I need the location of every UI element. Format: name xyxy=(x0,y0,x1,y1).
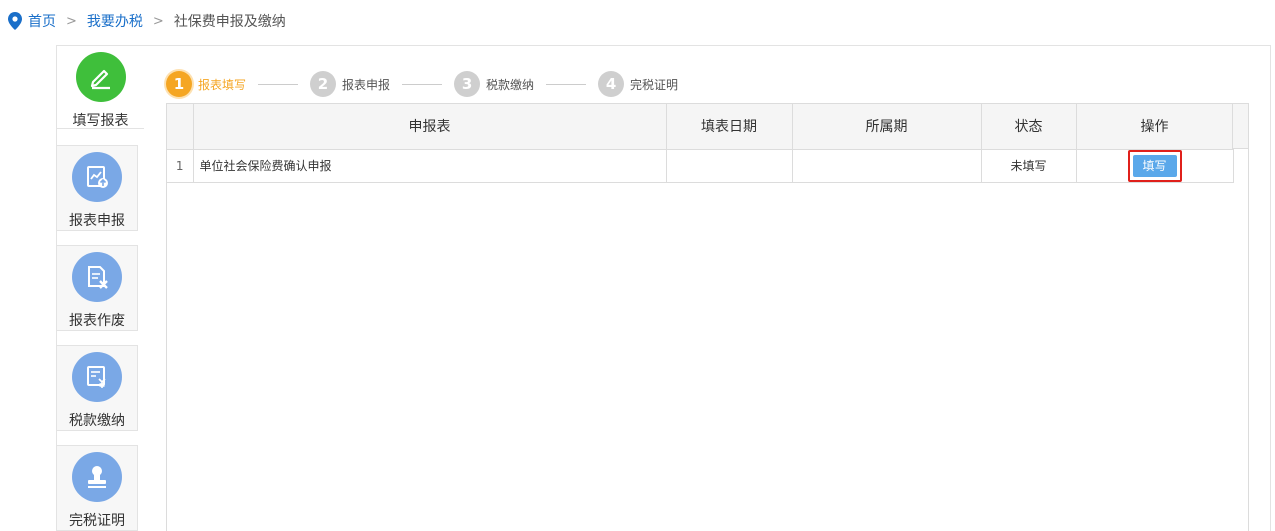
column-header-date: 填表日期 xyxy=(666,104,793,150)
report-cancel-icon xyxy=(72,252,122,302)
row-period xyxy=(792,149,982,183)
step-fill: 1 报表填写 xyxy=(166,71,310,97)
step-label: 完税证明 xyxy=(630,77,679,92)
side-item-fill-report[interactable]: 填写报表 xyxy=(56,45,144,129)
step-payment: 3 税款缴纳 xyxy=(454,71,598,97)
row-index: 1 xyxy=(167,149,194,183)
row-status: 未填写 xyxy=(981,149,1077,183)
side-item-tax-certificate[interactable]: 完税证明 xyxy=(56,445,138,531)
side-item-report-cancel[interactable]: 报表作废 xyxy=(56,245,138,331)
side-item-label: 税款缴纳 xyxy=(69,413,125,429)
step-certificate: 4 完税证明 xyxy=(598,71,678,97)
step-number: 4 xyxy=(598,71,625,97)
step-connector xyxy=(546,83,587,85)
row-report-name: 单位社会保险费确认申报 xyxy=(193,149,667,183)
side-item-label: 报表申报 xyxy=(69,213,125,229)
stamp-certificate-icon xyxy=(72,452,122,502)
step-label: 报表申报 xyxy=(342,77,391,92)
side-item-label: 填写报表 xyxy=(72,113,129,129)
chevron-right-icon: > xyxy=(66,13,77,29)
pencil-icon xyxy=(75,52,126,102)
side-item-report-submit[interactable]: 报表申报 xyxy=(56,145,138,231)
side-item-label: 完税证明 xyxy=(69,513,125,529)
step-connector xyxy=(258,83,299,85)
side-item-label: 报表作废 xyxy=(69,313,125,329)
step-number: 3 xyxy=(454,71,481,97)
report-table: 申报表 填表日期 所属期 状态 操作 1 单位社会保险费确认申报 未填写 填写 xyxy=(167,104,1234,183)
breadcrumb-tax[interactable]: 我要办税 xyxy=(87,11,143,31)
step-connector xyxy=(402,83,443,85)
report-table-container: 申报表 填表日期 所属期 状态 操作 1 单位社会保险费确认申报 未填写 填写 xyxy=(166,103,1249,531)
column-header-period: 所属期 xyxy=(792,104,982,150)
row-action-cell: 填写 xyxy=(1076,149,1234,183)
step-label: 报表填写 xyxy=(198,77,247,92)
column-header-status: 状态 xyxy=(981,104,1077,150)
step-number: 1 xyxy=(166,71,192,97)
table-header-row: 申报表 填表日期 所属期 状态 操作 xyxy=(167,104,1234,150)
column-header-report: 申报表 xyxy=(193,104,667,150)
report-upload-icon xyxy=(72,152,122,202)
row-fill-date xyxy=(666,149,793,183)
column-header-action: 操作 xyxy=(1076,104,1234,150)
location-pin-icon xyxy=(8,12,22,30)
step-progress: 1 报表填写 2 报表申报 3 税款缴纳 4 完税证明 xyxy=(166,70,678,98)
step-label: 税款缴纳 xyxy=(486,77,535,92)
breadcrumb-current: 社保费申报及缴纳 xyxy=(173,14,286,30)
step-submit: 2 报表申报 xyxy=(310,71,454,97)
step-number: 2 xyxy=(310,71,337,97)
side-item-tax-payment[interactable]: 税款缴纳 xyxy=(56,345,138,431)
highlight-box: 填写 xyxy=(1127,149,1182,182)
chevron-right-icon: > xyxy=(152,13,164,29)
breadcrumb: 首页 > 我要办税 > 社保费申报及缴纳 xyxy=(8,10,286,32)
table-row: 1 单位社会保险费确认申报 未填写 填写 xyxy=(167,149,1234,183)
fill-button[interactable]: 填写 xyxy=(1132,154,1177,177)
tax-payment-icon xyxy=(72,352,122,402)
breadcrumb-home[interactable]: 首页 xyxy=(28,11,56,31)
table-scroll-header xyxy=(1232,104,1248,149)
column-header-index xyxy=(167,104,194,150)
